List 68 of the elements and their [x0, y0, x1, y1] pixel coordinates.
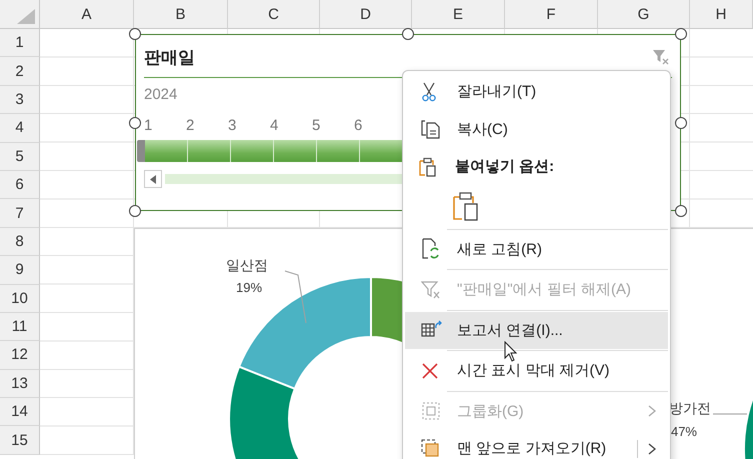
- range-handle[interactable]: [137, 140, 145, 162]
- column-header[interactable]: F: [505, 0, 598, 29]
- mouse-pointer-icon: [504, 341, 518, 363]
- copy-icon: [421, 119, 441, 140]
- slicer-title: 판매일: [144, 46, 195, 68]
- month-segment[interactable]: [188, 140, 231, 162]
- menu-item-label: 새로 고침(R): [457, 240, 542, 259]
- row-header[interactable]: 13: [0, 370, 40, 398]
- row-header[interactable]: 4: [0, 114, 40, 143]
- month-segment[interactable]: [317, 140, 360, 162]
- year-label: 2024: [144, 86, 178, 103]
- menu-item-label: 잘라내기(T): [457, 82, 536, 102]
- group-icon: [421, 401, 441, 422]
- clear-filter-icon: [421, 280, 441, 300]
- month-label: 6: [354, 117, 364, 134]
- row-header[interactable]: 9: [0, 256, 40, 285]
- month-label: 1: [144, 117, 154, 134]
- month-segment[interactable]: [274, 140, 317, 162]
- menu-section-header: 붙여넣기 옵션:: [455, 157, 554, 176]
- row-header[interactable]: 12: [0, 341, 40, 370]
- scissors-icon: [421, 82, 437, 102]
- column-header[interactable]: G: [598, 0, 690, 29]
- menu-item[interactable]: 시간 표시 막대 제거(V): [405, 352, 668, 390]
- row-header[interactable]: 7: [0, 199, 40, 228]
- menu-item-label: 시간 표시 막대 제거(V): [457, 361, 610, 380]
- data-label: 19%: [236, 280, 262, 295]
- data-label: 일산점: [226, 257, 268, 273]
- column-header[interactable]: E: [412, 0, 505, 29]
- row-header[interactable]: 6: [0, 170, 40, 200]
- row-header[interactable]: 10: [0, 284, 40, 313]
- caret-left-icon: [150, 174, 156, 184]
- clipboard-icon: [419, 156, 437, 177]
- row-header[interactable]: 3: [0, 86, 40, 114]
- month-label: 3: [228, 117, 238, 134]
- row-header[interactable]: 2: [0, 57, 40, 86]
- menu-item[interactable]: 복사(C): [405, 110, 668, 148]
- row-header[interactable]: 8: [0, 228, 40, 256]
- leader-line: [284, 270, 306, 324]
- row-header[interactable]: 5: [0, 142, 40, 171]
- menu-item[interactable]: 잘라내기(T): [405, 73, 668, 110]
- column-header[interactable]: D: [320, 0, 412, 29]
- row-header[interactable]: 15: [0, 426, 40, 455]
- menu-item-label: 복사(C): [457, 120, 508, 139]
- month-segment[interactable]: [145, 140, 188, 162]
- month-label: 4: [270, 117, 280, 134]
- close-icon: [421, 362, 439, 380]
- row-header[interactable]: 1: [0, 29, 40, 58]
- column-header[interactable]: H: [690, 0, 753, 29]
- menu-item-label: "판매일"에서 필터 해제(A): [457, 280, 631, 300]
- menu-item-label: 맨 앞으로 가져오기(R): [457, 439, 606, 458]
- column-header[interactable]: B: [134, 0, 228, 29]
- menu-item[interactable]: 보고서 연결(I)...: [405, 312, 668, 349]
- data-label: 방가전: [669, 400, 711, 416]
- month-segment[interactable]: [231, 140, 274, 162]
- menu-item[interactable]: 맨 앞으로 가져오기(R): [405, 430, 668, 459]
- data-label: 47%: [670, 424, 697, 439]
- row-header[interactable]: 11: [0, 312, 40, 342]
- menu-item[interactable]: 새로 고침(R): [405, 230, 668, 268]
- menu-item-label: 그룹화(G): [457, 402, 524, 421]
- refresh-icon: [421, 238, 441, 260]
- bring-to-front-icon: [421, 438, 441, 459]
- menu-item-label: 보고서 연결(I)...: [457, 320, 563, 340]
- row-header[interactable]: 14: [0, 398, 40, 426]
- month-label: 5: [312, 117, 322, 134]
- column-header[interactable]: A: [40, 0, 134, 29]
- month-label: 2: [186, 117, 196, 134]
- scroll-left-button[interactable]: [144, 170, 162, 188]
- column-header[interactable]: C: [228, 0, 320, 29]
